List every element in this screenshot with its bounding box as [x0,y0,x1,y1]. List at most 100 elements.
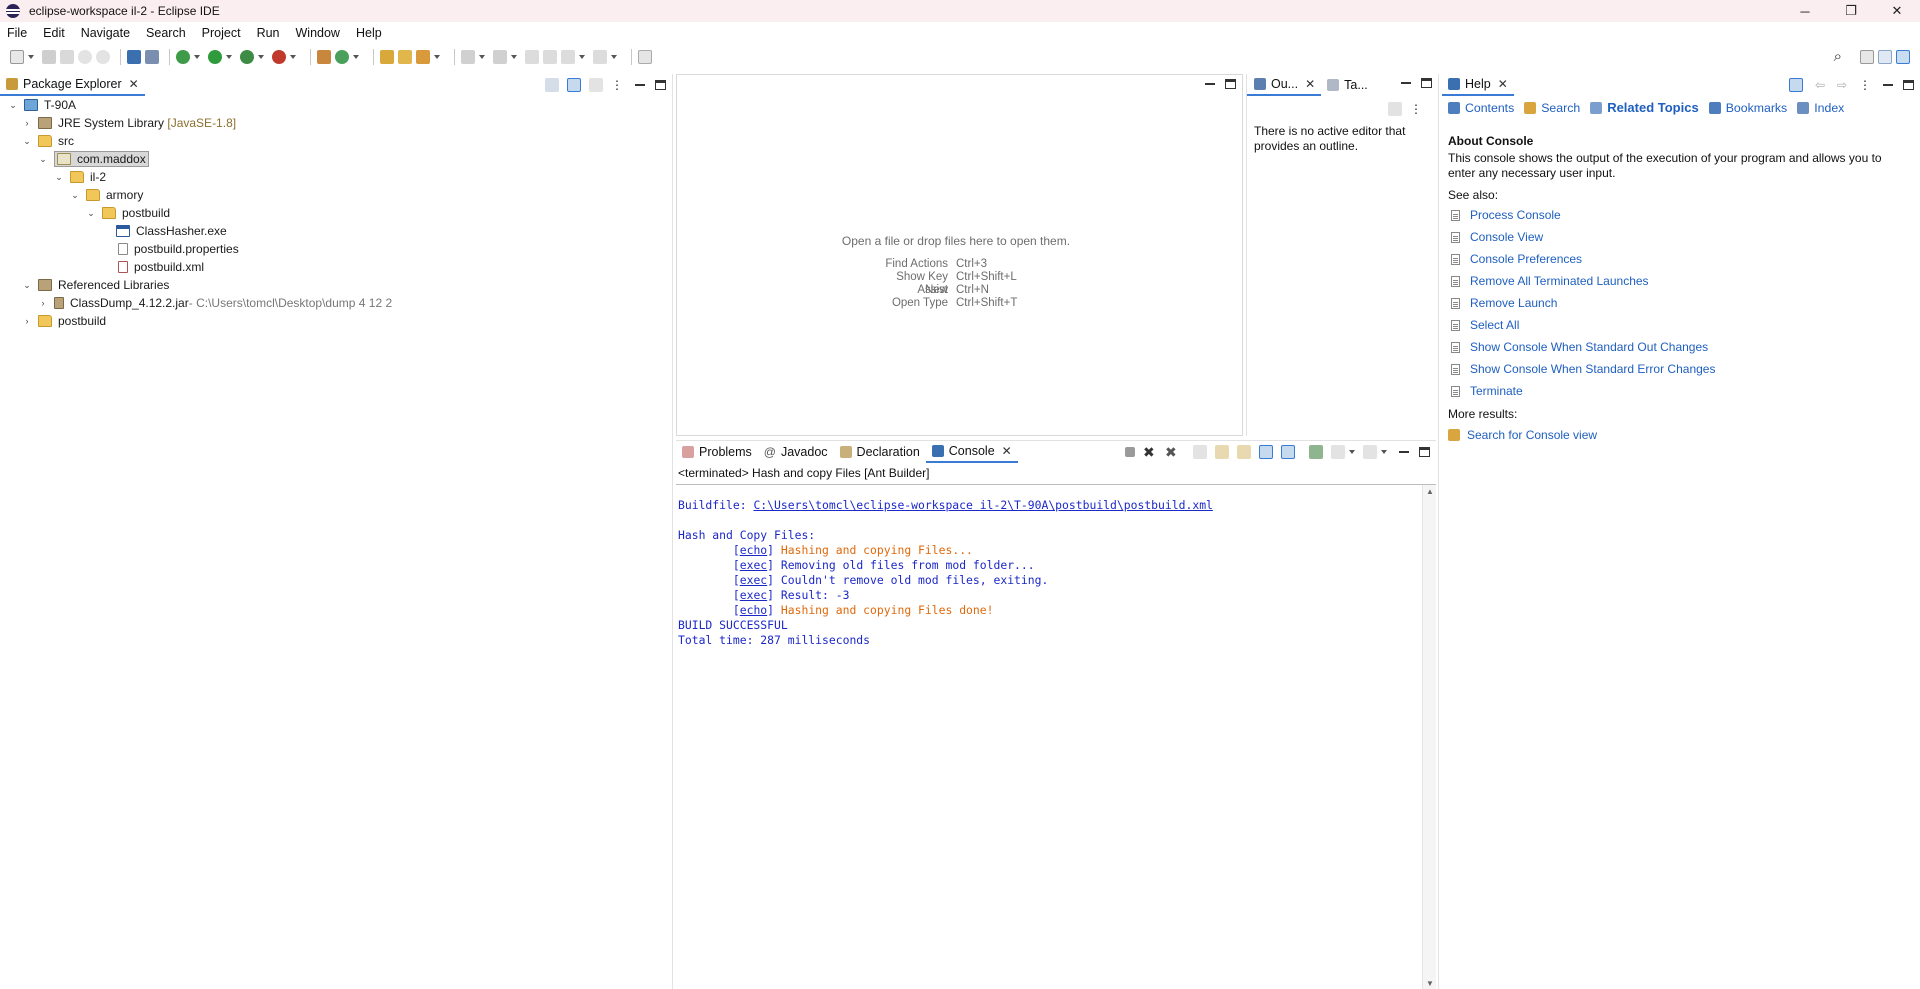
tree-node-referenced-libraries[interactable]: ⌄ Referenced Libraries [22,276,169,294]
menu-navigate[interactable]: Navigate [73,26,138,40]
help-link[interactable]: Process Console [1448,204,1908,226]
link-with-context-icon[interactable] [1789,78,1803,92]
tree-node-xml[interactable]: postbuild.xml [118,258,204,276]
restore-button[interactable]: ❐ [1828,0,1874,22]
pin-console-icon[interactable] [1309,445,1323,459]
menu-edit[interactable]: Edit [35,26,73,40]
help-nav-search[interactable]: Search [1524,101,1580,115]
console-task-link[interactable]: exec [740,558,767,572]
tree-node-postbuild[interactable]: ⌄ postbuild [86,204,170,222]
show-on-stderr-icon[interactable] [1281,445,1295,459]
previous-annotation-icon[interactable] [493,50,507,64]
help-link[interactable]: Console Preferences [1448,248,1908,270]
collapsed-chevron-icon[interactable]: › [22,118,32,128]
debug-icon[interactable] [176,50,190,64]
remove-all-terminated-icon[interactable]: ✖ [1165,445,1179,459]
help-nav-contents[interactable]: Contents [1448,101,1514,115]
help-nav-index[interactable]: Index [1797,101,1844,115]
help-link[interactable]: Remove Launch [1448,292,1908,314]
new-java-project-icon[interactable] [317,50,331,64]
link-with-editor-icon[interactable] [567,78,581,92]
tree-node-jre[interactable]: › JRE System Library [JavaSE-1.8] [22,114,237,132]
menu-window[interactable]: Window [288,26,348,40]
view-menu-icon[interactable]: ⋮ [611,78,625,92]
terminate-icon[interactable] [1125,447,1135,457]
open-console-icon[interactable] [1363,445,1377,459]
collapse-all-icon[interactable] [545,78,559,92]
help-nav-bookmarks[interactable]: Bookmarks [1708,101,1787,115]
tree-node-src[interactable]: ⌄ src [22,132,74,150]
undo-icon[interactable] [78,50,92,64]
help-link[interactable]: Select All [1448,314,1908,336]
console-toolbar-icon[interactable] [127,50,141,64]
console-output[interactable]: Buildfile: C:\Users\tomcl\eclipse-worksp… [678,498,1213,648]
search-dropdown-icon[interactable] [434,55,440,59]
tree-node-classhasher[interactable]: ClassHasher.exe [116,222,227,240]
tree-node-postbuild-root[interactable]: › postbuild [22,312,107,330]
menu-file[interactable]: File [0,26,35,40]
help-link[interactable]: Remove All Terminated Launches [1448,270,1908,292]
java-perspective-icon[interactable] [1896,49,1910,64]
open-console-dropdown-icon[interactable] [1381,450,1387,454]
forward-icon[interactable] [593,50,607,64]
tab-outline[interactable]: Ou... ✕ [1247,74,1322,96]
minimize-button[interactable]: ─ [1782,0,1828,22]
back-history-icon[interactable] [543,50,557,64]
run-icon[interactable] [208,50,222,64]
buildfile-link[interactable]: C:\Users\tomcl\eclipse-workspace il-2\T-… [753,498,1212,512]
back-dropdown-icon[interactable] [579,55,585,59]
console-task-link[interactable]: echo [740,603,767,617]
tree-node-properties[interactable]: postbuild.properties [118,240,239,258]
expanded-chevron-icon[interactable]: ⌄ [70,190,80,201]
scroll-down-icon[interactable]: ▼ [1426,979,1434,988]
close-icon[interactable]: ✕ [129,77,139,91]
collapsed-chevron-icon[interactable]: › [38,298,48,308]
new-icon[interactable] [10,50,24,64]
pin-editor-icon[interactable] [638,50,652,64]
help-link[interactable]: Show Console When Standard Out Changes [1448,336,1908,358]
remove-launch-icon[interactable]: ✖ [1143,445,1157,459]
tab-declaration[interactable]: Declaration [834,441,926,463]
clear-console-icon[interactable] [1193,445,1207,459]
scroll-lock-icon[interactable] [1215,445,1229,459]
back-icon[interactable] [561,50,575,64]
previous-annotation-dropdown-icon[interactable] [511,55,517,59]
view-menu-icon[interactable]: ⋮ [1859,78,1873,92]
show-on-stdout-icon[interactable] [1259,445,1273,459]
display-console-dropdown-icon[interactable] [1349,450,1355,454]
expanded-chevron-icon[interactable]: ⌄ [8,100,18,111]
console-task-link[interactable]: exec [740,573,767,587]
minimize-view-icon[interactable] [635,84,645,86]
expanded-chevron-icon[interactable]: ⌄ [86,208,96,219]
maximize-view-icon[interactable] [1903,80,1914,90]
tree-node-jar[interactable]: › ClassDump_4.12.2.jar - C:\Users\tomcl\… [38,294,393,312]
menu-search[interactable]: Search [138,26,194,40]
tree-node-armory[interactable]: ⌄ armory [70,186,143,204]
skip-breakpoints-icon[interactable] [145,50,159,64]
menu-run[interactable]: Run [249,26,288,40]
display-console-icon[interactable] [1331,445,1345,459]
tab-console[interactable]: Console ✕ [925,441,1018,463]
close-icon[interactable]: ✕ [1305,77,1315,91]
expanded-chevron-icon[interactable]: ⌄ [54,172,64,183]
run-dropdown-icon[interactable] [226,55,232,59]
forward-dropdown-icon[interactable] [611,55,617,59]
help-nav-related-topics[interactable]: Related Topics [1590,100,1699,115]
tree-node-il2[interactable]: ⌄ il-2 [54,168,106,186]
maximize-view-icon[interactable] [1419,447,1430,457]
new-dropdown-icon[interactable] [28,55,34,59]
menu-help[interactable]: Help [348,26,390,40]
resource-perspective-icon[interactable] [1878,49,1892,64]
focus-active-task-icon[interactable] [589,78,603,92]
minimize-view-icon[interactable] [1399,451,1409,453]
help-search-link[interactable]: Search for Console view [1448,424,1908,446]
open-task-icon[interactable] [398,50,412,64]
close-icon[interactable]: ✕ [1002,444,1012,458]
last-edit-icon[interactable] [525,50,539,64]
minimize-view-icon[interactable] [1883,84,1893,86]
search-icon[interactable]: ⌕ [1834,48,1842,65]
open-type-icon[interactable] [380,50,394,64]
coverage-dropdown-icon[interactable] [258,55,264,59]
scroll-up-icon[interactable]: ▲ [1426,487,1434,496]
view-menu-icon[interactable]: ⋮ [1410,102,1424,116]
